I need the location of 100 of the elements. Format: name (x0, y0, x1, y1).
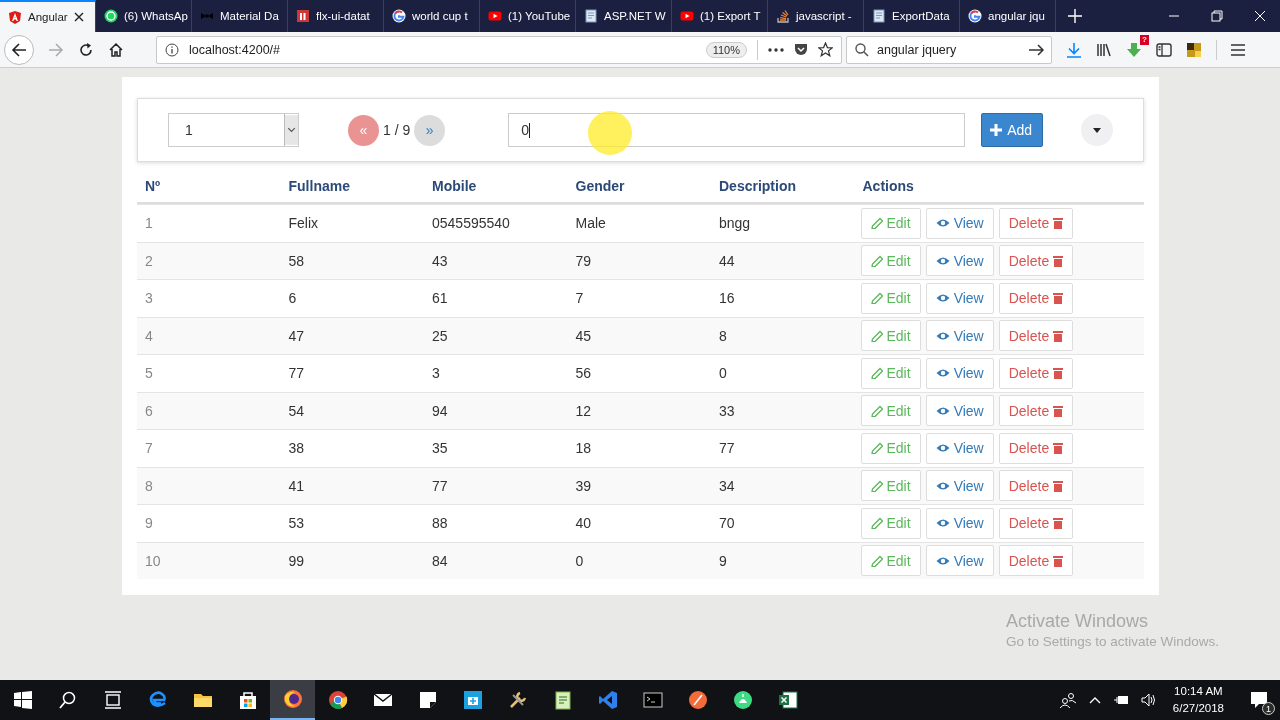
edit-button[interactable]: Edit (860, 395, 921, 427)
edit-button[interactable]: Edit (860, 470, 921, 502)
trash-icon (1053, 554, 1064, 567)
speaker-icon[interactable] (1140, 693, 1157, 707)
pencil-icon (870, 254, 883, 267)
view-button[interactable]: View (925, 245, 994, 277)
close-icon[interactable] (73, 12, 84, 22)
address-bar[interactable]: localhost:4200/# 110% (156, 35, 842, 64)
chrome-icon (327, 690, 348, 710)
browser-tab[interactable]: Angular (0, 0, 96, 32)
search-icon (855, 42, 869, 57)
home-icon[interactable] (108, 41, 124, 58)
view-button[interactable]: View (925, 395, 994, 427)
shield-icon (8, 10, 22, 24)
delete-button[interactable]: Delete (998, 245, 1074, 277)
edit-button[interactable]: Edit (860, 432, 921, 464)
taskbar-app[interactable] (270, 680, 315, 720)
stack-icon (776, 9, 790, 23)
library-icon[interactable] (1096, 41, 1112, 58)
table-cell-text: 16 (718, 290, 736, 307)
activation-text: Go to Settings to activate Windows. (1006, 634, 1220, 649)
table-cell-text: 44 (718, 252, 736, 269)
back-button[interactable] (4, 34, 34, 65)
trash-icon (1053, 517, 1064, 530)
table-cell-text: 58 (287, 252, 306, 269)
column-header: Fullname (287, 178, 351, 194)
delete-button[interactable]: Delete (998, 545, 1074, 577)
page-size-select[interactable]: 1 (168, 113, 299, 147)
tab-title: Material Da (220, 10, 279, 22)
table-cell-text: 84 (431, 552, 449, 569)
column-header: Actions (861, 178, 915, 194)
pocket-icon[interactable] (794, 43, 808, 56)
table-cell-text: Felix (287, 215, 320, 232)
search-field[interactable]: angular jquery (846, 35, 1052, 64)
pencil-icon (870, 479, 883, 492)
edit-button[interactable]: Edit (860, 357, 921, 389)
table-cell-text: 45 (574, 327, 593, 344)
power-icon[interactable] (1112, 694, 1129, 706)
new-tab-icon[interactable] (1068, 9, 1082, 23)
pencil-icon (870, 217, 883, 230)
sidebar-icon[interactable] (1156, 42, 1172, 57)
document-icon (584, 9, 598, 23)
table-cell-text: 0 (718, 365, 728, 382)
table-cell-text: 47 (287, 327, 306, 344)
view-button[interactable]: View (925, 470, 994, 502)
edit-button[interactable]: Edit (860, 507, 921, 539)
table-cell-text: 6 (144, 402, 154, 419)
table-cell-text: Male (574, 215, 607, 232)
trash-icon (1053, 329, 1064, 342)
clock-time: 10:14 AM (1174, 684, 1223, 699)
delete-button[interactable]: Delete (998, 507, 1074, 539)
clock[interactable]: 10:14 AM 6/27/2018 (1172, 683, 1224, 717)
trash-icon (1053, 217, 1064, 230)
table-cell-text: 7 (574, 290, 585, 307)
trash-icon (1053, 367, 1064, 380)
delete-button[interactable]: Delete (998, 282, 1074, 314)
view-button[interactable]: View (925, 357, 994, 389)
table-cell-text: 3 (431, 365, 441, 382)
view-button[interactable]: View (925, 282, 994, 314)
view-button[interactable]: View (925, 432, 994, 464)
menu-icon[interactable] (1231, 43, 1245, 56)
edit-button[interactable]: Edit (860, 545, 921, 577)
zoom-badge[interactable]: 110% (705, 41, 747, 58)
delete-button[interactable]: Delete (998, 470, 1074, 502)
delete-button[interactable]: Delete (998, 395, 1074, 427)
view-button[interactable]: View (925, 545, 994, 577)
restore-icon[interactable] (1211, 10, 1223, 22)
pencil-icon (870, 329, 883, 342)
edit-button[interactable]: Edit (860, 245, 921, 277)
play-icon (488, 9, 502, 23)
edit-button[interactable]: Edit (860, 282, 921, 314)
view-button[interactable]: View (925, 207, 994, 239)
delete-button[interactable]: Delete (998, 357, 1074, 389)
delete-button[interactable]: Delete (998, 207, 1074, 239)
delete-button[interactable]: Delete (998, 432, 1074, 464)
chevron-up-icon[interactable] (1088, 696, 1101, 704)
tab-title: (1) Export T (700, 10, 761, 22)
view-button[interactable]: View (925, 320, 994, 352)
reload-icon[interactable] (78, 41, 94, 58)
table-cell-text: 54 (287, 402, 306, 419)
next-page-button[interactable]: » (414, 114, 446, 146)
notification-icon[interactable] (1250, 691, 1268, 709)
table-cell-text: 35 (431, 440, 449, 457)
edit-button[interactable]: Edit (860, 207, 921, 239)
star-icon[interactable] (818, 42, 833, 57)
people-icon[interactable] (1058, 692, 1077, 708)
download-icon[interactable] (1066, 41, 1082, 58)
filter-field[interactable]: 0 (508, 113, 966, 147)
edit-button[interactable]: Edit (860, 320, 921, 352)
table-cell-text: 70 (718, 515, 736, 532)
delete-button[interactable]: Delete (998, 320, 1074, 352)
arrow-right-icon[interactable] (1029, 43, 1045, 56)
table-cell-text: 2 (144, 252, 154, 269)
down-arrow-icon[interactable] (1126, 41, 1142, 58)
view-button[interactable]: View (925, 507, 994, 539)
add-button[interactable]: Add (981, 113, 1044, 147)
table-cell-text: 0545595540 (431, 215, 511, 232)
dropdown-button[interactable] (1081, 114, 1114, 146)
more-icon[interactable] (768, 47, 784, 52)
grid-extension-icon[interactable] (1186, 41, 1202, 58)
